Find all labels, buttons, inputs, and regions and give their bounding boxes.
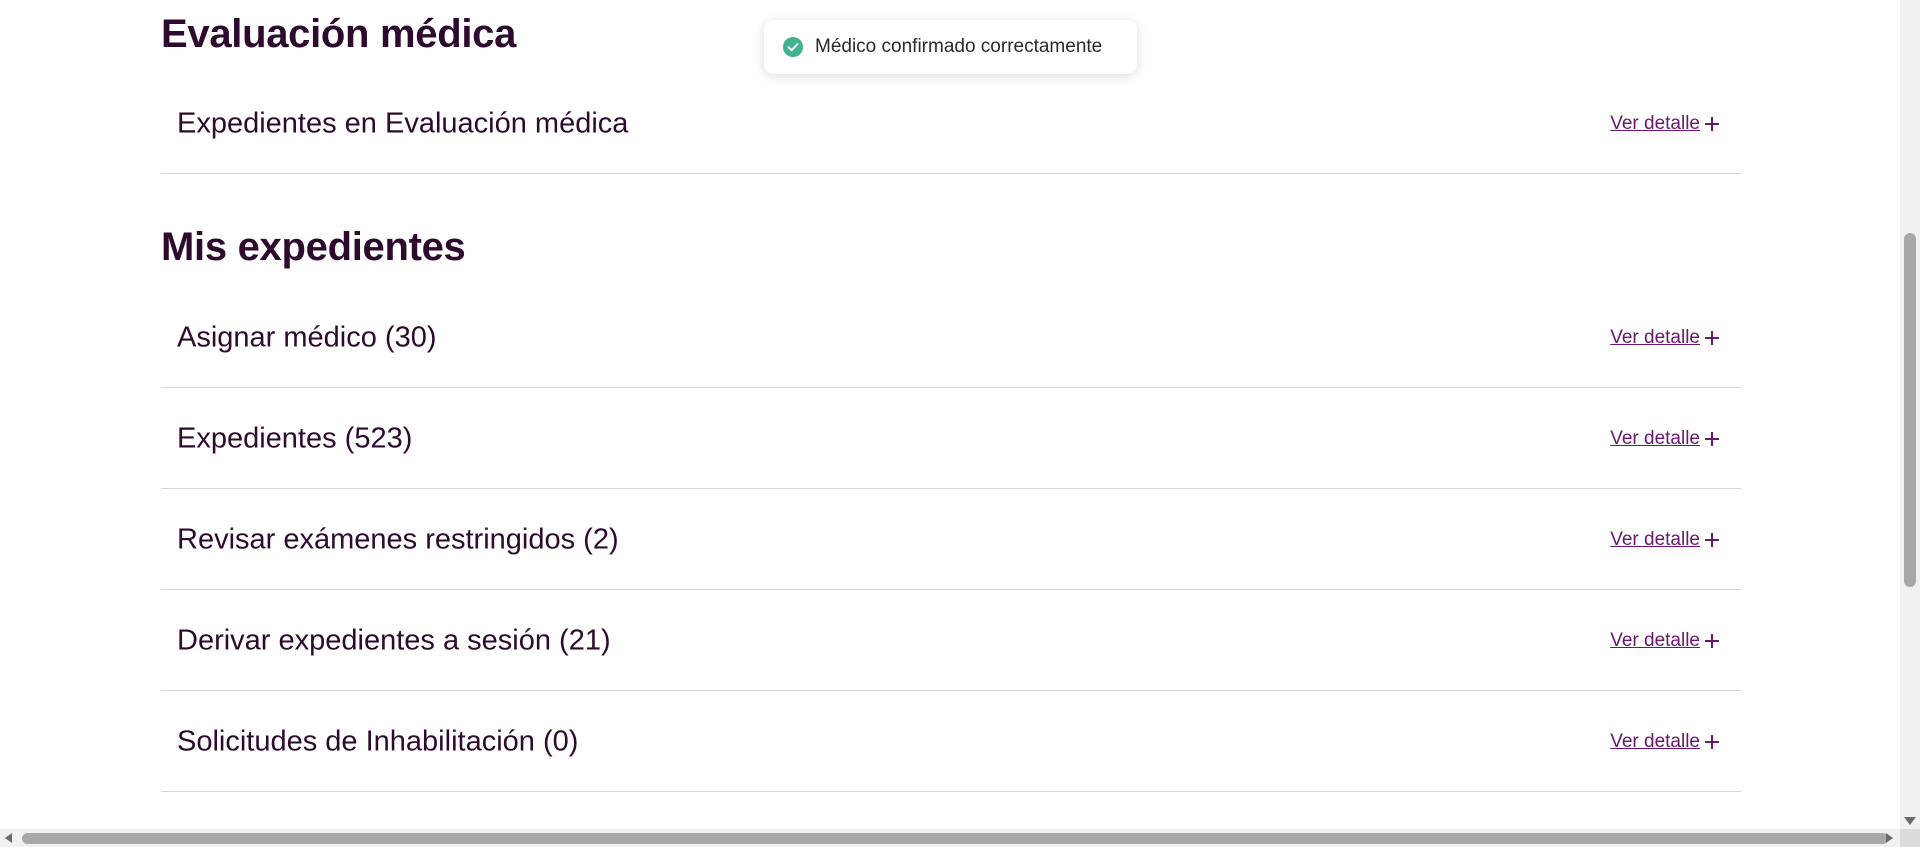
row-revisar-examenes-restringidos: Revisar exámenes restringidos (2) Ver de…	[161, 490, 1741, 590]
row-expedientes-evaluacion-medica: Expedientes en Evaluación médica Ver det…	[161, 74, 1741, 174]
row-derivar-expedientes-sesion: Derivar expedientes a sesión (21) Ver de…	[161, 591, 1741, 691]
ver-detalle-text: Ver detalle	[1610, 427, 1700, 449]
row-solicitudes-inhabilitacion: Solicitudes de Inhabilitación (0) Ver de…	[161, 692, 1741, 792]
check-circle-icon	[783, 37, 803, 57]
row-label: Expedientes (523)	[177, 422, 413, 454]
ver-detalle-text: Ver detalle	[1610, 112, 1700, 134]
horizontal-scrollbar-thumb[interactable]	[22, 833, 1888, 844]
row-label: Asignar médico (30)	[177, 321, 437, 353]
ver-detalle-text: Ver detalle	[1610, 528, 1700, 550]
section-title-mis-expedientes: Mis expedientes	[161, 225, 466, 269]
ver-detalle-text: Ver detalle	[1610, 730, 1700, 752]
page-viewport: Evaluación médica Expedientes en Evaluac…	[0, 0, 1900, 829]
plus-icon	[1705, 734, 1719, 749]
ver-detalle-link[interactable]: Ver detalle	[1610, 529, 1721, 551]
plus-icon	[1705, 330, 1719, 345]
ver-detalle-link[interactable]: Ver detalle	[1610, 327, 1721, 349]
row-label: Revisar exámenes restringidos (2)	[177, 523, 619, 555]
section-title-evaluacion-medica: Evaluación médica	[161, 12, 517, 56]
ver-detalle-link[interactable]: Ver detalle	[1610, 630, 1721, 652]
plus-icon	[1705, 431, 1719, 446]
scroll-left-arrow-icon[interactable]	[5, 833, 12, 843]
row-label: Solicitudes de Inhabilitación (0)	[177, 725, 579, 757]
ver-detalle-text: Ver detalle	[1610, 629, 1700, 651]
toast-message: Médico confirmado correctamente	[815, 36, 1103, 57]
success-toast: Médico confirmado correctamente	[764, 20, 1137, 74]
scrollbar-corner	[1900, 829, 1920, 847]
vertical-scrollbar-thumb[interactable]	[1904, 233, 1916, 587]
plus-icon	[1705, 116, 1719, 131]
horizontal-scrollbar[interactable]	[0, 829, 1920, 847]
plus-icon	[1705, 633, 1719, 648]
row-expedientes: Expedientes (523) Ver detalle	[161, 389, 1741, 489]
scroll-down-arrow-icon[interactable]	[1904, 817, 1916, 825]
ver-detalle-link[interactable]: Ver detalle	[1610, 428, 1721, 450]
ver-detalle-text: Ver detalle	[1610, 326, 1700, 348]
row-label: Expedientes en Evaluación médica	[177, 107, 629, 139]
scroll-right-arrow-icon[interactable]	[1886, 833, 1893, 843]
ver-detalle-link[interactable]: Ver detalle	[1610, 731, 1721, 753]
vertical-scrollbar[interactable]	[1900, 0, 1920, 829]
row-asignar-medico: Asignar médico (30) Ver detalle	[161, 288, 1741, 388]
plus-icon	[1705, 532, 1719, 547]
ver-detalle-link[interactable]: Ver detalle	[1610, 113, 1721, 135]
row-label: Derivar expedientes a sesión (21)	[177, 624, 611, 656]
